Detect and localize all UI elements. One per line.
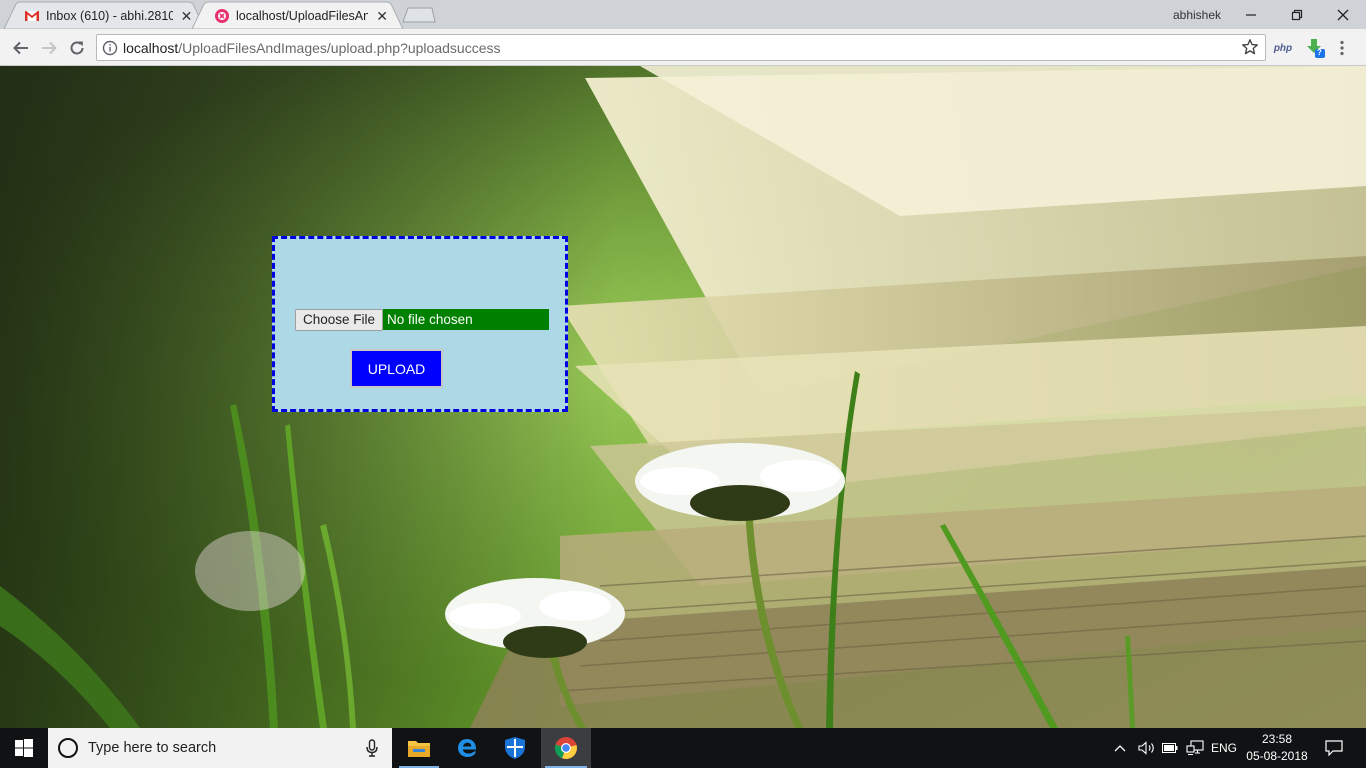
- clock-date: 05-08-2018: [1246, 749, 1308, 763]
- close-icon: [1337, 9, 1349, 20]
- extension-badge: ?: [1317, 48, 1322, 57]
- clock-time: 23:58: [1261, 732, 1293, 746]
- start-button[interactable]: [0, 728, 48, 768]
- close-window-button[interactable]: [1320, 0, 1366, 29]
- tab-upload[interactable]: localhost/UploadFilesAnd ✕: [196, 3, 398, 29]
- taskbar-search[interactable]: Type here to search: [48, 728, 392, 768]
- tab-inbox[interactable]: Inbox (610) - abhi.281097 ✕: [6, 3, 202, 29]
- download-extension-icon[interactable]: ?: [1304, 38, 1326, 58]
- gmail-icon: [25, 11, 39, 21]
- network-icon[interactable]: [1186, 728, 1206, 768]
- restore-button[interactable]: [1274, 0, 1320, 29]
- choose-file-button[interactable]: Choose File: [295, 309, 384, 331]
- action-center-icon[interactable]: [1320, 728, 1348, 768]
- minimize-button[interactable]: [1228, 0, 1274, 29]
- battery-icon[interactable]: [1162, 728, 1180, 768]
- background-photo: [0, 66, 1366, 728]
- info-icon[interactable]: [97, 40, 123, 56]
- chrome-icon[interactable]: [541, 728, 591, 768]
- screen: Inbox (610) - abhi.281097 ✕ localhost/Up…: [0, 0, 1366, 768]
- page-viewport: Choose File No file chosen UPLOAD: [0, 66, 1366, 728]
- microphone-icon[interactable]: [366, 739, 378, 757]
- php-icon[interactable]: php: [1272, 38, 1294, 58]
- file-explorer-icon[interactable]: [395, 728, 443, 768]
- tab-upload-label: localhost/UploadFilesAnd: [236, 9, 369, 23]
- new-tab-button[interactable]: [402, 7, 436, 23]
- windows-taskbar: Type here to search ENG 23:58 05-08-2018: [0, 728, 1366, 768]
- back-arrow-icon: [13, 41, 28, 55]
- file-input[interactable]: Choose File No file chosen: [295, 309, 550, 331]
- minimize-icon: [1246, 13, 1256, 16]
- upload-button[interactable]: UPLOAD: [350, 349, 443, 388]
- cortana-icon: [58, 738, 78, 758]
- url-text[interactable]: localhost/UploadFilesAndImages/upload.ph…: [123, 40, 500, 56]
- language-indicator[interactable]: ENG: [1210, 728, 1238, 768]
- close-tab-icon[interactable]: ✕: [374, 8, 390, 25]
- reload-icon: [70, 41, 84, 55]
- reload-button[interactable]: [64, 35, 90, 61]
- url-host: localhost: [123, 39, 179, 56]
- forward-arrow-icon: [42, 41, 57, 55]
- browser-toolbar: localhost/UploadFilesAndImages/upload.ph…: [0, 29, 1366, 66]
- url-path: /UploadFilesAndImages/upload.php?uploads…: [178, 39, 501, 56]
- system-clock[interactable]: 23:58 05-08-2018: [1240, 731, 1314, 765]
- back-button[interactable]: [8, 35, 34, 61]
- close-tab-icon[interactable]: ✕: [179, 8, 194, 25]
- security-center-icon[interactable]: [491, 728, 539, 768]
- volume-icon[interactable]: [1138, 728, 1158, 768]
- windows-logo-icon: [15, 739, 33, 757]
- forward-button[interactable]: [36, 35, 62, 61]
- restore-icon: [1291, 9, 1303, 20]
- address-bar[interactable]: localhost/UploadFilesAndImages/upload.ph…: [96, 34, 1266, 61]
- file-status-text: No file chosen: [383, 309, 550, 330]
- chrome-menu-icon[interactable]: [1336, 38, 1348, 58]
- edge-icon[interactable]: [443, 728, 491, 768]
- bookmark-star-icon[interactable]: [1241, 38, 1259, 56]
- show-hidden-icons[interactable]: [1114, 728, 1130, 768]
- tab-strip: Inbox (610) - abhi.281097 ✕ localhost/Up…: [0, 0, 1366, 29]
- profile-name[interactable]: abhishek: [1158, 6, 1236, 24]
- upload-form: Choose File No file chosen UPLOAD: [272, 236, 568, 412]
- search-placeholder: Type here to search: [88, 740, 217, 756]
- xampp-icon: [215, 9, 229, 23]
- tab-inbox-label: Inbox (610) - abhi.281097: [46, 9, 173, 23]
- chevron-up-icon: [1114, 745, 1126, 752]
